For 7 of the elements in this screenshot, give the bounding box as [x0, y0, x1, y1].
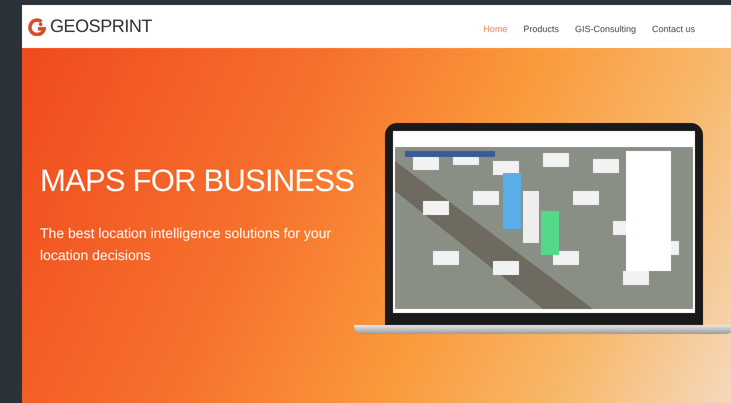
- nav-link[interactable]: Products: [523, 22, 559, 36]
- nav-link[interactable]: GIS-Consulting: [574, 22, 636, 36]
- hero-subtitle: The best location intelligence solutions for your location decisions: [40, 224, 332, 265]
- logo-icon: [28, 18, 46, 36]
- hero-title: MAPS FOR BUSINESS: [40, 165, 354, 196]
- nav-link[interactable]: Contact us: [652, 22, 695, 36]
- logo-text: GEOSPRINT: [50, 15, 152, 38]
